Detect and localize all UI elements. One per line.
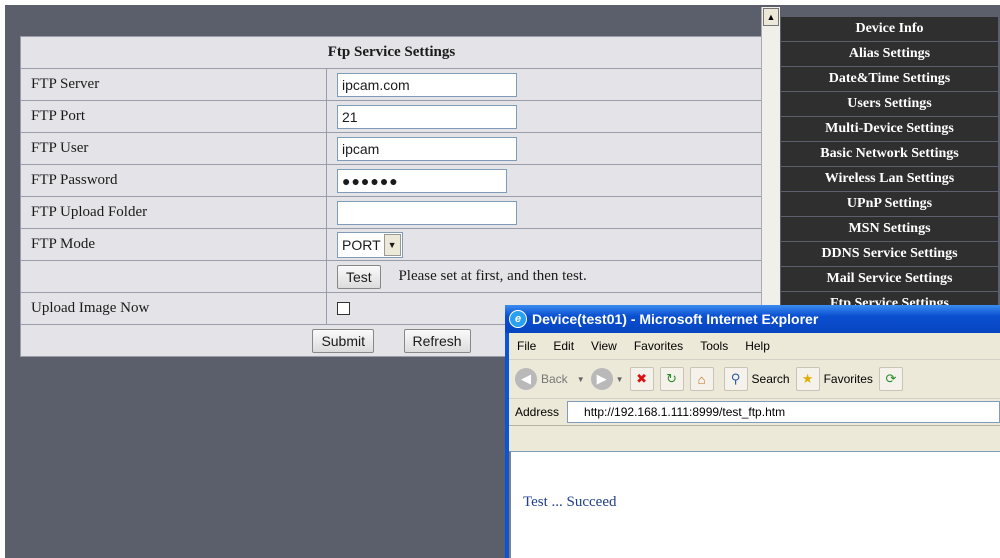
- ftp-upload-folder-input[interactable]: [337, 200, 517, 225]
- menu-help[interactable]: Help: [745, 339, 770, 353]
- favorites-button-label[interactable]: Favorites: [824, 372, 873, 386]
- ie-client-area: File Edit View Favorites Tools Help ◀ Ba…: [509, 333, 1000, 558]
- ftp-password-label: FTP Password: [20, 164, 327, 197]
- ie-popup-window: e Device(test01) - Microsoft Internet Ex…: [505, 305, 1000, 558]
- scroll-up-icon[interactable]: ▲: [763, 8, 779, 26]
- back-dropdown-icon[interactable]: ▼: [577, 375, 585, 384]
- menu-multi-device-settings[interactable]: Multi-Device Settings: [781, 117, 998, 141]
- menu-edit[interactable]: Edit: [553, 339, 574, 353]
- chevron-down-icon[interactable]: ▼: [383, 233, 401, 256]
- forward-arrow-icon[interactable]: ▶: [590, 368, 613, 390]
- empty-label: [20, 260, 327, 293]
- search-icon[interactable]: ⚲: [723, 367, 748, 391]
- ie-window-title: Device(test01) - Microsoft Internet Expl…: [532, 311, 819, 327]
- menu-ddns-service-settings[interactable]: DDNS Service Settings: [781, 242, 998, 266]
- menu-alias-settings[interactable]: Alias Settings: [781, 42, 998, 66]
- refresh-button[interactable]: Refresh: [403, 328, 471, 353]
- menu-wireless-lan-settings[interactable]: Wireless Lan Settings: [781, 167, 998, 191]
- forward-dropdown-icon[interactable]: ▼: [616, 375, 624, 384]
- menu-file[interactable]: File: [517, 339, 536, 353]
- ftp-mode-label: FTP Mode: [20, 228, 327, 261]
- menu-msn-settings[interactable]: MSN Settings: [781, 217, 998, 241]
- menu-mail-service-settings[interactable]: Mail Service Settings: [781, 267, 998, 291]
- back-arrow-icon[interactable]: ◀: [515, 368, 537, 390]
- ftp-user-label: FTP User: [20, 132, 327, 165]
- ie-titlebar[interactable]: e Device(test01) - Microsoft Internet Ex…: [505, 305, 1000, 333]
- ftp-user-input[interactable]: ipcam: [337, 136, 517, 161]
- submit-button[interactable]: Submit: [312, 328, 375, 353]
- ftp-port-label: FTP Port: [20, 100, 327, 133]
- ftp-port-input[interactable]: 21: [337, 104, 517, 129]
- ftp-upload-folder-label: FTP Upload Folder: [20, 196, 327, 229]
- ftp-mode-select[interactable]: PORT ▼: [337, 231, 403, 258]
- menu-tools[interactable]: Tools: [700, 339, 728, 353]
- menu-basic-network-settings[interactable]: Basic Network Settings: [781, 142, 998, 166]
- back-button-label[interactable]: Back: [541, 372, 568, 386]
- menu-users-settings[interactable]: Users Settings: [781, 92, 998, 116]
- ftp-mode-value: PORT: [342, 236, 381, 253]
- menu-device-info[interactable]: Device Info: [781, 17, 998, 41]
- upload-image-now-label: Upload Image Now: [20, 292, 327, 325]
- menu-datetime-settings[interactable]: Date&Time Settings: [781, 67, 998, 91]
- stop-icon[interactable]: ✖: [629, 367, 654, 391]
- address-input[interactable]: http://192.168.1.111:8999/test_ftp.htm: [567, 401, 1000, 423]
- test-button[interactable]: Test: [337, 264, 381, 289]
- menu-upnp-settings[interactable]: UPnP Settings: [781, 192, 998, 216]
- ie-menubar: File Edit View Favorites Tools Help: [509, 333, 1000, 360]
- ie-address-bar: Address http://192.168.1.111:8999/test_f…: [509, 399, 1000, 426]
- address-label: Address: [515, 405, 560, 419]
- menu-favorites[interactable]: Favorites: [634, 339, 683, 353]
- test-result-message: Test ... Succeed: [523, 494, 617, 510]
- ftp-server-label: FTP Server: [20, 68, 327, 101]
- upload-image-now-checkbox[interactable]: [337, 302, 350, 316]
- settings-menu: Device Info Alias Settings Date&Time Set…: [781, 17, 998, 317]
- media-icon[interactable]: ⟳: [878, 367, 903, 391]
- favorites-star-icon[interactable]: ★: [795, 367, 820, 391]
- menu-view[interactable]: View: [591, 339, 617, 353]
- search-button-label[interactable]: Search: [752, 372, 790, 386]
- ftp-password-input[interactable]: ●●●●●●: [337, 168, 507, 193]
- refresh-icon[interactable]: ↻: [659, 367, 684, 391]
- settings-title: Ftp Service Settings: [20, 36, 763, 69]
- test-hint: Please set at first, and then test.: [398, 267, 587, 284]
- home-icon[interactable]: ⌂: [689, 367, 714, 391]
- ftp-server-input[interactable]: ipcam.com: [337, 72, 517, 97]
- ie-content-pane: Test ... Succeed: [509, 451, 1000, 558]
- ie-logo-icon: e: [509, 310, 527, 328]
- ie-toolbar: ◀ Back ▼ ▶ ▼ ✖ ↻ ⌂ ⚲ Search ★ Favorites …: [509, 360, 1000, 399]
